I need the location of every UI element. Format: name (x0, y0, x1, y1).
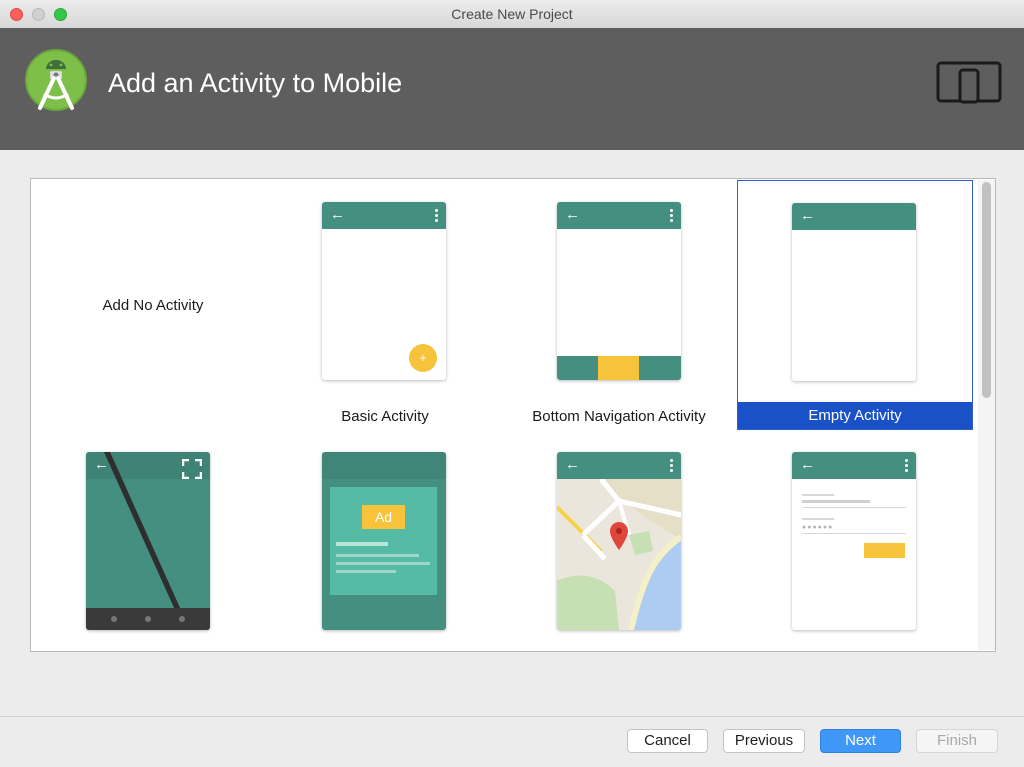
tile-login-activity[interactable]: ← ●●●●●● (737, 433, 973, 651)
tile-label: Bottom Navigation Activity (532, 408, 706, 425)
bottom-nav-activity-preview: ← (557, 202, 681, 380)
bottom-navigation-bar (557, 356, 681, 380)
tile-admob-activity[interactable]: Ad (267, 433, 503, 651)
system-nav-bar (86, 608, 210, 630)
tile-fullscreen-activity[interactable]: ← (35, 433, 271, 651)
empty-activity-preview: ← (792, 203, 916, 381)
tile-bottom-navigation-activity[interactable]: ← Bottom Navigation Activity (501, 179, 737, 429)
app-bar: ← (557, 202, 681, 229)
maps-activity-preview: ← (557, 452, 681, 630)
cancel-button[interactable]: Cancel (627, 729, 708, 753)
login-button-preview (864, 543, 905, 558)
page-title: Add an Activity to Mobile (108, 68, 403, 98)
ad-card: Ad (330, 487, 437, 595)
tile-maps-activity[interactable]: ← (501, 433, 737, 651)
fullscreen-activity-preview: ← (86, 452, 210, 630)
finish-button[interactable]: Finish (916, 729, 998, 753)
phone-tablet-icon[interactable] (936, 61, 1002, 105)
login-activity-preview: ← ●●●●●● (792, 452, 916, 630)
app-bar: ← (557, 452, 681, 479)
tile-empty-activity[interactable]: ← Empty Activity (737, 180, 973, 430)
tile-label: Basic Activity (341, 408, 429, 425)
back-arrow-icon: ← (565, 456, 580, 473)
back-arrow-icon: ← (330, 206, 345, 223)
app-bar: ← (792, 452, 916, 479)
previous-button[interactable]: Previous (723, 729, 805, 753)
basic-activity-preview: ← + (322, 202, 446, 380)
overflow-menu-icon (905, 459, 908, 472)
footer-divider (0, 716, 1024, 717)
tile-label: Empty Activity (738, 402, 972, 429)
admob-activity-preview: Ad (322, 452, 446, 630)
tile-label: Add No Activity (102, 297, 204, 314)
overflow-menu-icon (670, 209, 673, 222)
app-bar: ← (322, 202, 446, 229)
back-arrow-icon: ← (565, 206, 580, 223)
android-studio-logo-icon (25, 49, 87, 111)
activity-gallery: Add No Activity ← + Basic Activity ← Bot… (30, 178, 996, 652)
tile-add-no-activity[interactable]: Add No Activity (35, 179, 271, 429)
window-titlebar: Create New Project (0, 0, 1024, 29)
overflow-menu-icon (670, 459, 673, 472)
back-arrow-icon: ← (800, 456, 815, 473)
tile-basic-activity[interactable]: ← + Basic Activity (267, 179, 503, 429)
wizard-header: Add an Activity to Mobile (0, 28, 1024, 150)
ad-badge: Ad (362, 505, 405, 529)
overflow-menu-icon (435, 209, 438, 222)
window-title: Create New Project (451, 6, 573, 22)
map-preview (557, 479, 681, 630)
back-arrow-icon: ← (800, 207, 815, 224)
next-button[interactable]: Next (820, 729, 901, 753)
gallery-scrollbar-thumb[interactable] (982, 182, 991, 398)
map-marker-icon (610, 522, 628, 550)
fab-plus-icon: + (409, 344, 437, 372)
app-bar: ← (792, 203, 916, 230)
